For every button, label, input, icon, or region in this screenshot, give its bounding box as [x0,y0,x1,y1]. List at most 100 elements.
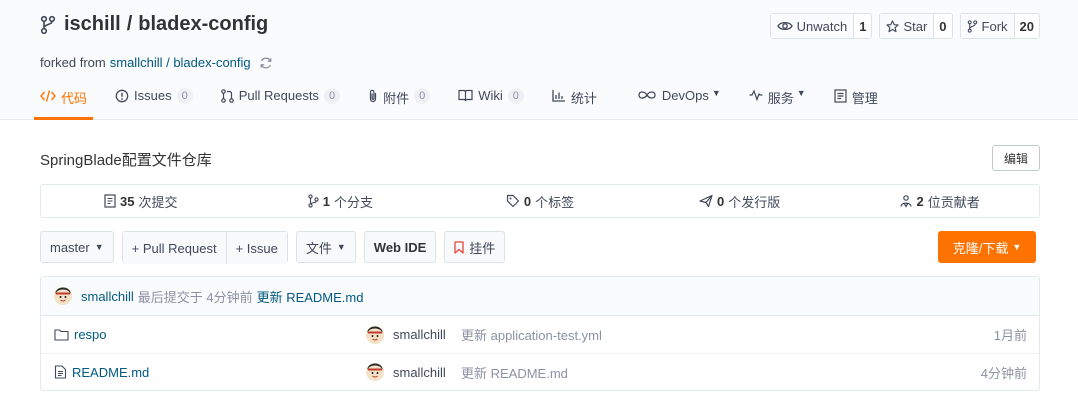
star-label: Star [880,14,935,38]
repo-owner-link[interactable]: ischill [64,13,121,36]
tab-pull-requests[interactable]: Pull Requests 0 [220,84,341,120]
file-commit-message[interactable]: 更新 application-test.yml [461,325,602,344]
branches-label: 个分支 [334,194,374,210]
last-commit-time: 最后提交于 4分钟前 [137,289,253,305]
star-count[interactable]: 0 [934,14,951,38]
file-menu-button[interactable]: 文件 ▼ [295,231,356,263]
file-name: respo [74,327,107,342]
forked-from: forked from smallchill / bladex-config [40,55,273,70]
last-commit-message[interactable]: 更新 README.md [257,287,364,306]
star-text: Star [903,18,928,34]
wiki-icon [458,88,478,102]
tab-devops-label: DevOps [661,88,709,103]
devops-caret-icon: ▼ [711,88,721,98]
fork-small-icon [967,19,982,33]
tag-icon [506,194,520,208]
watch-text: Unwatch [796,18,848,34]
repo-separator: / [126,13,133,35]
avatar[interactable] [54,287,72,305]
tab-wiki-label: Wiki [478,88,503,103]
tags-label: 个标签 [535,194,575,210]
file-author-name[interactable]: smallchill [393,327,446,342]
file-caret-icon: ▼ [336,242,346,252]
watch-button[interactable]: Unwatch 1 [769,13,873,39]
tab-issues-badge: 0 [176,88,193,104]
branch-icon [308,194,319,208]
file-list: smallchill 最后提交于 4分钟前 更新 README.md respo… [40,276,1040,391]
new-issue-button[interactable]: + Issue [225,232,287,264]
new-pull-request-button[interactable]: + Pull Request [122,232,226,264]
tab-wiki[interactable]: Wiki 0 [458,84,524,120]
web-ide-button[interactable]: Web IDE [363,231,437,263]
eye-icon [776,20,797,32]
fork-icon [40,15,56,35]
tab-services[interactable]: 服务 ▼ [749,84,806,120]
tab-manage-label: 管理 [851,91,878,106]
watch-count[interactable]: 1 [854,14,871,38]
file-author-name[interactable]: smallchill [393,365,446,380]
file-link-readme[interactable]: README.md [54,365,149,380]
stat-tags[interactable]: 0 个标签 [440,185,640,217]
clone-caret-icon: ▼ [1012,242,1022,252]
tab-attachments-label: 附件 [383,91,410,106]
file-commit-time: 1月前 [993,328,1027,343]
folder-icon [54,328,74,341]
fork-button[interactable]: Fork 20 [959,13,1040,39]
stat-releases[interactable]: 0 个发行版 [640,185,840,217]
file-author: smallchill [366,325,446,344]
contributors-label: 位贡献者 [927,194,980,210]
file-link-respo[interactable]: respo [54,327,107,342]
fork-count[interactable]: 20 [1015,14,1039,38]
file-author: smallchill [366,363,446,381]
tab-code[interactable]: 代码 [33,84,94,120]
avatar[interactable] [366,363,384,381]
tab-stats-label: 统计 [570,91,597,106]
clone-download-button[interactable]: 克隆/下载 ▼ [938,231,1036,263]
tags-count: 0 [523,193,532,209]
contributors-icon [899,194,913,208]
stat-branches[interactable]: 1 个分支 [241,185,441,217]
branch-caret-icon: ▼ [94,242,104,252]
services-caret-icon: ▼ [796,88,806,98]
tab-manage[interactable]: 管理 [834,84,878,120]
last-commit-author[interactable]: smallchill [81,289,134,304]
code-icon [40,88,61,103]
branch-select[interactable]: master ▼ [40,231,114,263]
manage-icon [834,88,852,103]
clone-download-label: 克隆/下载 [952,240,1009,256]
tab-services-label: 服务 [767,91,794,106]
tab-devops[interactable]: DevOps ▼ [637,84,721,120]
releases-label: 个发行版 [728,194,781,210]
table-row: respo smallchill 更新 application-test.yml… [41,316,1039,353]
releases-count: 0 [716,193,725,209]
devops-icon [637,88,662,101]
stat-commits[interactable]: 35 次提交 [41,185,241,217]
edit-description-button[interactable]: 编辑 [992,145,1040,171]
repo-name-link[interactable]: bladex-config [138,13,268,36]
branch-select-label: master [50,239,90,255]
repo-description: SpringBlade配置文件仓库 [40,152,212,169]
tab-issues[interactable]: Issues 0 [115,84,193,120]
file-doc-icon [54,365,72,379]
file-commit-message[interactable]: 更新 README.md [461,363,568,382]
avatar[interactable] [366,325,384,344]
widget-label: 挂件 [469,240,496,256]
last-commit-row: smallchill 最后提交于 4分钟前 更新 README.md [41,277,1039,316]
tab-stats[interactable]: 统计 [552,84,597,120]
tab-wiki-badge: 0 [507,88,524,104]
pull-request-icon [220,88,239,103]
tab-pull-requests-badge: 0 [323,88,341,104]
fork-label: Fork [960,14,1015,38]
stat-contributors[interactable]: 2 位贡献者 [839,185,1039,217]
file-name: README.md [72,364,150,380]
repo-title: ischill / bladex-config [40,13,268,36]
forked-prefix: forked from [40,55,106,70]
tab-attachments[interactable]: 附件 0 [368,84,431,120]
sync-icon[interactable] [259,56,273,70]
tab-issues-label: Issues [134,88,172,103]
widget-button[interactable]: 挂件 [444,231,506,263]
new-item-group: + Pull Request + Issue [121,231,288,264]
service-icon [749,88,768,101]
star-button[interactable]: Star 0 [879,13,953,39]
forked-source-link[interactable]: smallchill / bladex-config [110,55,251,70]
